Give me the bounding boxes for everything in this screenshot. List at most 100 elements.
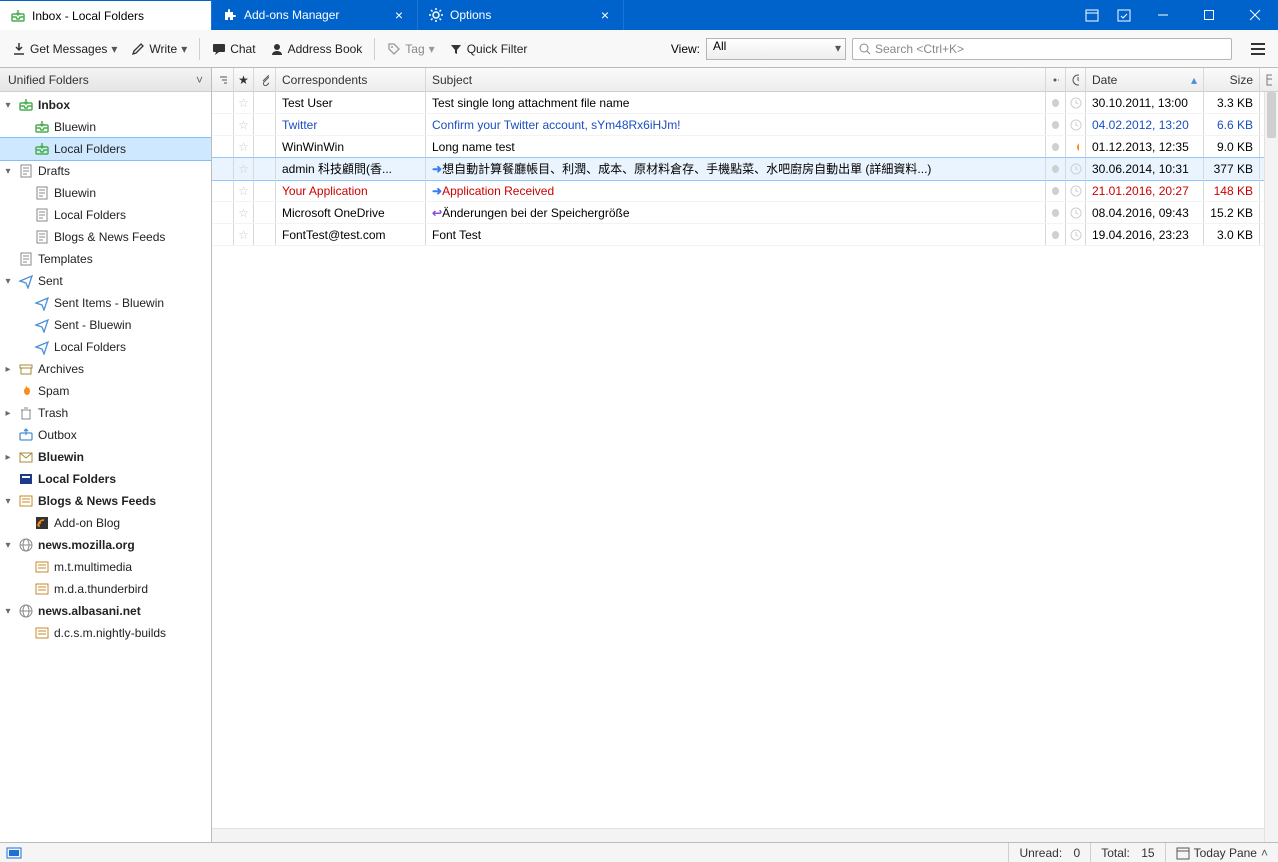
col-status[interactable] (1066, 68, 1086, 91)
cell-size: 377 KB (1204, 158, 1260, 179)
message-row[interactable]: ☆TwitterConfirm your Twitter account, sY… (212, 114, 1278, 136)
col-correspondents[interactable]: Correspondents (276, 68, 426, 91)
col-picker[interactable] (1260, 68, 1278, 91)
sidebar-item-drafts-local[interactable]: Local Folders (0, 204, 211, 226)
twisty-icon[interactable]: ▾ (2, 496, 14, 507)
sidebar-item-archives[interactable]: ▸Archives (0, 358, 211, 380)
message-row[interactable]: ☆Your Application➜ Application Received2… (212, 180, 1278, 202)
col-thread[interactable] (212, 68, 234, 91)
calendar-icon[interactable] (1076, 0, 1108, 30)
sidebar-item-acct-local[interactable]: Local Folders (0, 468, 211, 490)
sidebar-item-ng-mtmm[interactable]: m.t.multimedia (0, 556, 211, 578)
message-row[interactable]: ☆FontTest@test.comFont Test19.04.2016, 2… (212, 224, 1278, 246)
cell-star[interactable]: ☆ (234, 136, 254, 157)
message-row[interactable]: ☆Test UserTest single long attachment fi… (212, 92, 1278, 114)
tasks-icon[interactable] (1108, 0, 1140, 30)
dropdown-icon[interactable]: ▾ (111, 42, 117, 56)
twisty-icon[interactable]: ▸ (2, 364, 14, 375)
twisty-icon[interactable]: ▾ (2, 606, 14, 617)
sidebar-item-drafts-blogs[interactable]: Blogs & News Feeds (0, 226, 211, 248)
label: Total: (1101, 846, 1130, 860)
message-row[interactable]: ☆WinWinWinLong name test01.12.2013, 12:3… (212, 136, 1278, 158)
sidebar-item-templates[interactable]: Templates (0, 248, 211, 270)
chevron-down-icon[interactable]: ˅ (196, 73, 203, 87)
vertical-scrollbar[interactable] (1264, 92, 1278, 842)
chat-button[interactable]: Chat (206, 38, 261, 60)
window-maximize[interactable] (1186, 0, 1232, 30)
address-book-button[interactable]: Address Book (264, 38, 369, 60)
sidebar-item-news-mozilla[interactable]: ▾news.mozilla.org (0, 534, 211, 556)
cell-read[interactable] (1046, 158, 1066, 179)
cell-star[interactable]: ☆ (234, 158, 254, 179)
cell-star[interactable]: ☆ (234, 92, 254, 113)
quick-filter-button[interactable]: Quick Filter (443, 38, 534, 60)
sidebar-item-sent-items-bw[interactable]: Sent Items - Bluewin (0, 292, 211, 314)
twisty-icon[interactable]: ▾ (2, 100, 14, 111)
sidebar-item-inbox-bluewin[interactable]: Bluewin (0, 116, 211, 138)
tab-close-icon[interactable]: × (391, 7, 407, 23)
dropdown-icon[interactable]: ▾ (181, 42, 187, 56)
col-date[interactable]: Date▴ (1086, 68, 1204, 91)
sidebar-item-sent-local[interactable]: Local Folders (0, 336, 211, 358)
tab-options[interactable]: Options × (418, 0, 624, 30)
sidebar-item-spam[interactable]: Spam (0, 380, 211, 402)
cell-read[interactable] (1046, 136, 1066, 157)
search-input[interactable]: Search <Ctrl+K> (852, 38, 1232, 60)
window-minimize[interactable] (1140, 0, 1186, 30)
cell-read[interactable] (1046, 92, 1066, 113)
col-size[interactable]: Size (1204, 68, 1260, 91)
sidebar-item-acct-bluewin[interactable]: ▸Bluewin (0, 446, 211, 468)
sidebar-item-inbox[interactable]: ▾Inbox (0, 94, 211, 116)
tab-inbox[interactable]: Inbox - Local Folders (0, 0, 212, 30)
folder-pane-header[interactable]: Unified Folders ˅ (0, 68, 211, 92)
col-read[interactable] (1046, 68, 1066, 91)
sidebar-item-ng-dcsm[interactable]: d.c.s.m.nightly-builds (0, 622, 211, 644)
sidebar-item-label: Outbox (38, 428, 77, 442)
col-attachment[interactable] (254, 68, 276, 91)
tag-button[interactable]: Tag ▾ (381, 38, 440, 60)
activity-icon[interactable] (0, 843, 32, 862)
twisty-icon[interactable]: ▾ (2, 540, 14, 551)
tab-close-icon[interactable]: × (597, 7, 613, 23)
twisty-icon[interactable]: ▾ (2, 166, 14, 177)
cell-read[interactable] (1046, 180, 1066, 201)
twisty-icon[interactable]: ▸ (2, 452, 14, 463)
sidebar-item-drafts[interactable]: ▾Drafts (0, 160, 211, 182)
cell-star[interactable]: ☆ (234, 224, 254, 245)
app-menu-button[interactable] (1244, 38, 1272, 60)
sidebar-item-feed-addon[interactable]: Add-on Blog (0, 512, 211, 534)
cell-star[interactable]: ☆ (234, 114, 254, 135)
cell-read[interactable] (1046, 224, 1066, 245)
today-pane-toggle[interactable]: Today Pane ˄ (1165, 843, 1278, 862)
twisty-icon[interactable]: ▸ (2, 408, 14, 419)
sidebar-item-drafts-bluewin[interactable]: Bluewin (0, 182, 211, 204)
window-close[interactable] (1232, 0, 1278, 30)
cell-star[interactable]: ☆ (234, 202, 254, 223)
cell-read[interactable] (1046, 114, 1066, 135)
sidebar-item-trash[interactable]: ▸Trash (0, 402, 211, 424)
cell-read[interactable] (1046, 202, 1066, 223)
label: Chat (230, 42, 255, 56)
tab-addons[interactable]: Add-ons Manager × (212, 0, 418, 30)
col-subject[interactable]: Subject (426, 68, 1046, 91)
horizontal-scrollbar[interactable] (212, 828, 1264, 842)
clock-icon (1070, 229, 1082, 241)
sidebar-item-outbox[interactable]: Outbox (0, 424, 211, 446)
twisty-icon[interactable]: ▾ (2, 276, 14, 287)
sidebar-item-news-albasani[interactable]: ▾news.albasani.net (0, 600, 211, 622)
sidebar-item-sent-bw[interactable]: Sent - Bluewin (0, 314, 211, 336)
col-star[interactable]: ★ (234, 68, 254, 91)
cell-star[interactable]: ☆ (234, 180, 254, 201)
puzzle-icon (222, 7, 238, 23)
view-select[interactable]: All (706, 38, 846, 60)
dropdown-icon[interactable]: ▾ (429, 42, 435, 56)
message-row[interactable]: ☆admin 科技顧問(香...➜ 想自動計算餐廳帳目、利潤、成本、原材料倉存、… (212, 158, 1278, 180)
get-messages-button[interactable]: Get Messages ▾ (6, 38, 123, 60)
write-button[interactable]: Write ▾ (125, 38, 193, 60)
sidebar-item-sent[interactable]: ▾Sent (0, 270, 211, 292)
sidebar-item-acct-blogs[interactable]: ▾ Blogs & News Feeds (0, 490, 211, 512)
sidebar-item-inbox-local[interactable]: Local Folders (0, 138, 211, 160)
sidebar-item-ng-mdatb[interactable]: m.d.a.thunderbird (0, 578, 211, 600)
message-row[interactable]: ☆Microsoft OneDrive↩ Änderungen bei der … (212, 202, 1278, 224)
sidebar-item-label: Blogs & News Feeds (38, 494, 156, 508)
